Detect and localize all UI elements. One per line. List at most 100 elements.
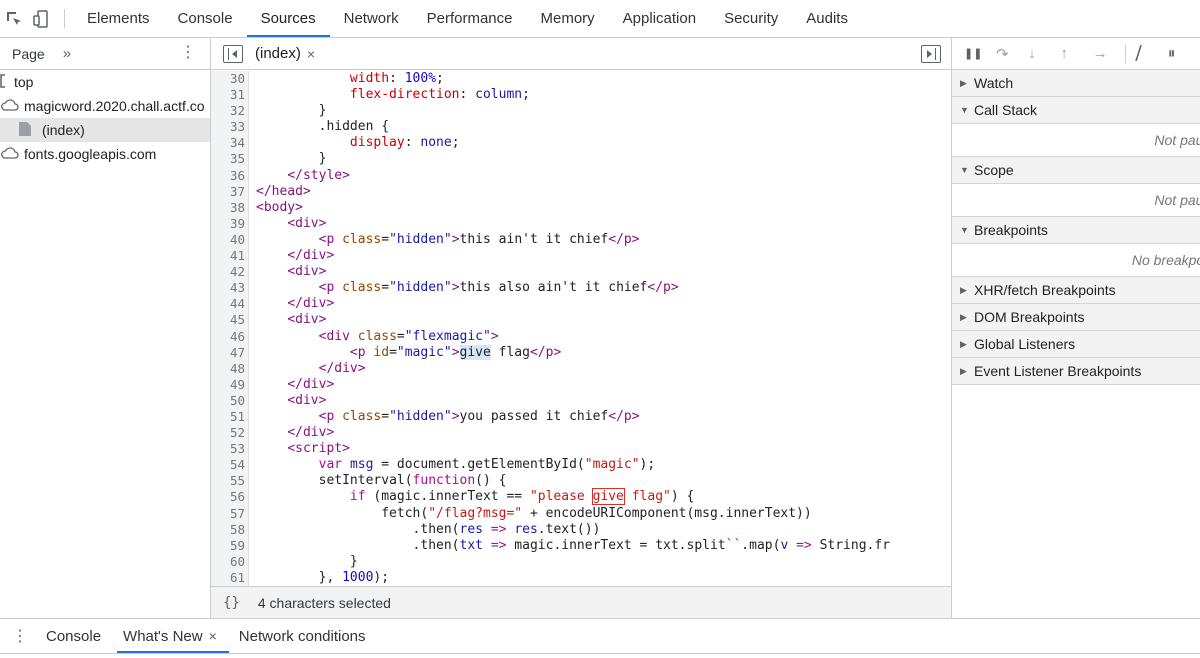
tab-application[interactable]: Application (609, 0, 710, 37)
tab-performance[interactable]: Performance (413, 0, 527, 37)
debugger-sidebar: ❚❚↷↓↑→ ⧸⏸ ▶ Watch ▼ Call Stack Not paused ▼ Sco… (951, 38, 1200, 618)
section-breakpoints[interactable]: ▼ Breakpoints (952, 217, 1200, 244)
pretty-print-icon[interactable]: {} (223, 595, 240, 611)
code-token: : (459, 87, 476, 103)
tab-memory[interactable]: Memory (527, 0, 609, 37)
line-number[interactable]: 59 (211, 538, 245, 554)
tab-elements[interactable]: Elements (73, 0, 164, 37)
line-number[interactable]: 60 (211, 554, 245, 570)
line-number[interactable]: 32 (211, 103, 245, 119)
code-token: this ain't it chief (459, 231, 609, 247)
line-number[interactable]: 33 (211, 119, 245, 135)
line-number[interactable]: 55 (211, 473, 245, 489)
section-watch[interactable]: ▶ Watch (952, 70, 1200, 97)
line-source: width: 100%; (256, 71, 444, 87)
tree-item-fonts-googleapis-com[interactable]: fonts.googleapis.com (0, 142, 210, 166)
tab-security[interactable]: Security (710, 0, 792, 37)
line-source: .hidden { (256, 119, 389, 135)
line-number[interactable]: 58 (211, 522, 245, 538)
line-number[interactable]: 50 (211, 393, 245, 409)
code-line: 49 </div> (211, 377, 951, 393)
placeholder-text: Not paused (1154, 192, 1200, 208)
line-number[interactable]: 34 (211, 135, 245, 151)
step-icon[interactable]: → (1093, 45, 1125, 62)
tab-sources[interactable]: Sources (246, 0, 330, 37)
code-line: 54 var msg = document.getElementById("ma… (211, 457, 951, 473)
drawer-tab-what-s-new[interactable]: What's New × (117, 619, 229, 653)
step-over-icon[interactable]: ↷ (996, 45, 1028, 63)
section-title: Breakpoints (974, 222, 1048, 238)
selection-status: 4 characters selected (257, 594, 391, 611)
line-number[interactable]: 31 (211, 87, 245, 103)
navigator-menu-icon[interactable]: ⋮ (180, 45, 196, 61)
pause-icon[interactable]: ❚❚ (964, 47, 996, 60)
code-token: msg (349, 457, 374, 473)
tree-item-label: (index) (42, 122, 85, 138)
line-number[interactable]: 41 (211, 248, 245, 264)
line-source: <div> (256, 216, 326, 232)
section-xhr-fetch-breakpoints[interactable]: ▶ XHR/fetch Breakpoints (952, 277, 1200, 304)
drawer-tab-network-conditions[interactable]: Network conditions (233, 619, 378, 653)
more-tabs-icon[interactable]: » (63, 45, 71, 62)
drawer-tab-console[interactable]: Console (40, 619, 113, 653)
code-token: </p> (529, 344, 562, 360)
drawer-menu-icon[interactable]: ⋮ (0, 619, 40, 653)
line-number[interactable]: 61 (211, 570, 245, 586)
section-title: Event Listener Breakpoints (974, 363, 1142, 379)
code-token: class (357, 328, 397, 344)
tab-audits[interactable]: Audits (792, 0, 862, 37)
line-number[interactable]: 46 (211, 329, 245, 345)
code-line: 43 <p class="hidden">this also ain't it … (211, 280, 951, 296)
code-area[interactable]: 30 width: 100%; 31 flex-direction: column… (211, 71, 951, 586)
code-token: </style> (287, 167, 350, 183)
step-into-icon[interactable]: ↓ (1028, 45, 1060, 62)
section-event-listener-breakpoints[interactable]: ▶ Event Listener Breakpoints (952, 358, 1200, 385)
line-number[interactable]: 49 (211, 377, 245, 393)
deactivate-breakpoints-icon[interactable]: ⧸ (1136, 44, 1168, 64)
device-toolbar-icon[interactable] (28, 0, 56, 37)
line-number[interactable]: 43 (211, 280, 245, 296)
close-icon[interactable]: × (209, 628, 217, 644)
line-number[interactable]: 57 (211, 506, 245, 522)
line-number[interactable]: 39 (211, 216, 245, 232)
tab-network[interactable]: Network (330, 0, 413, 37)
section-dom-breakpoints[interactable]: ▶ DOM Breakpoints (952, 304, 1200, 331)
line-number[interactable]: 47 (211, 345, 245, 361)
line-number[interactable]: 44 (211, 296, 245, 312)
line-number[interactable]: 56 (211, 489, 245, 505)
code-token: > (451, 344, 460, 360)
line-number[interactable]: 30 (211, 71, 245, 87)
step-out-icon[interactable]: ↑ (1060, 45, 1092, 62)
section-title: Watch (974, 75, 1014, 91)
line-number[interactable]: 42 (211, 264, 245, 280)
select-element-icon[interactable] (0, 0, 28, 37)
line-number[interactable]: 52 (211, 425, 245, 441)
line-number[interactable]: 37 (211, 184, 245, 200)
line-number[interactable]: 53 (211, 441, 245, 457)
tree-item-index[interactable]: (index) (0, 118, 210, 142)
line-number[interactable]: 36 (211, 168, 245, 184)
tab-console[interactable]: Console (164, 0, 247, 37)
line-number[interactable]: 35 (211, 151, 245, 167)
line-number[interactable]: 54 (211, 457, 245, 473)
line-number[interactable]: 40 (211, 232, 245, 248)
line-number[interactable]: 48 (211, 361, 245, 377)
pause-on-exceptions-icon[interactable]: ⏸ (1168, 45, 1200, 62)
section-global-listeners[interactable]: ▶ Global Listeners (952, 331, 1200, 358)
toggle-navigator-icon[interactable] (223, 44, 243, 63)
line-source: </style> (256, 168, 350, 184)
tree-item-top[interactable]: top (0, 70, 210, 94)
code-token: id (373, 344, 390, 360)
section-title: XHR/fetch Breakpoints (974, 282, 1116, 298)
tree-item-magicword-2020-chall-actf-co[interactable]: magicword.2020.chall.actf.co (0, 94, 210, 118)
line-number[interactable]: 51 (211, 409, 245, 425)
section-call-stack[interactable]: ▼ Call Stack (952, 97, 1200, 124)
close-icon[interactable]: × (307, 46, 315, 62)
line-number[interactable]: 38 (211, 200, 245, 216)
line-number[interactable]: 45 (211, 312, 245, 328)
editor-file-tab[interactable]: (index) × (255, 45, 315, 62)
toggle-debugger-icon[interactable] (921, 45, 941, 63)
tab-page[interactable]: Page (12, 46, 45, 62)
section-scope[interactable]: ▼ Scope (952, 157, 1200, 184)
line-source: } (256, 554, 358, 570)
